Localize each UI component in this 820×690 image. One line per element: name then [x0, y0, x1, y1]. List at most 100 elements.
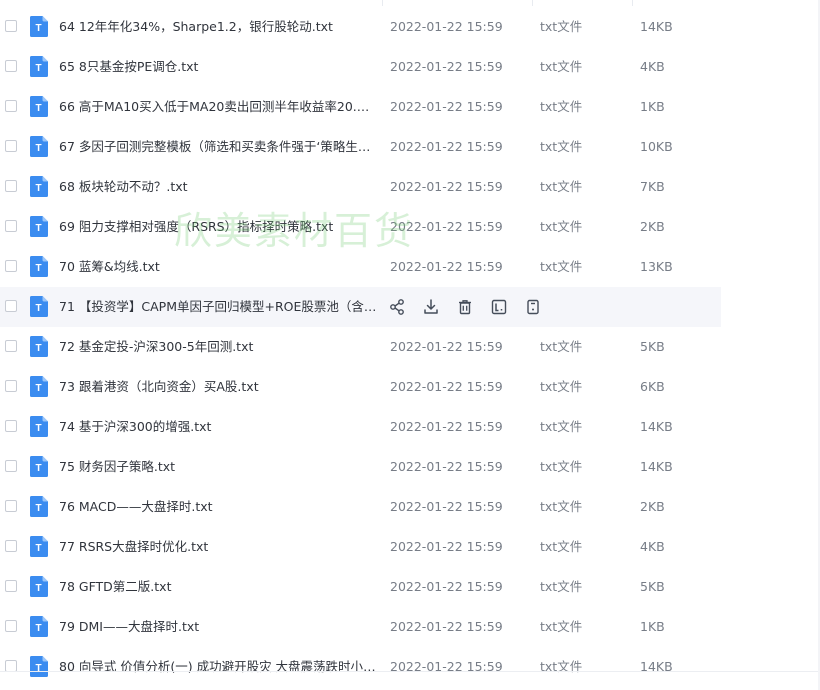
file-size: 1KB	[640, 619, 665, 634]
file-name[interactable]: 80 向导式 价值分析(一) 成功避开股灾 大盘震荡跌时小涨.txt	[59, 647, 377, 687]
row-checkbox[interactable]	[5, 540, 17, 552]
file-size: 14KB	[640, 19, 673, 34]
file-icon-letter: T	[36, 503, 42, 514]
file-modified-date: 2022-01-22 15:59	[390, 259, 503, 274]
file-row[interactable]: T 70 蓝筹&均线.txt 2022-01-22 15:59 txt文件 13KB	[0, 247, 820, 287]
row-checkbox[interactable]	[5, 60, 17, 72]
file-icon-letter: T	[36, 23, 42, 34]
file-modified-date: 2022-01-22 15:59	[390, 19, 503, 34]
file-row[interactable]: T 66 高于MA10买入低于MA20卖出回测半年收益率20.4%.txt 2022…	[0, 87, 820, 127]
file-name[interactable]: 64 12年年化34%，Sharpe1.2，银行股轮动.txt	[59, 7, 377, 47]
file-name[interactable]: 74 基于沪深300的增强.txt	[59, 407, 377, 447]
file-type: txt文件	[540, 59, 583, 74]
txt-file-icon: T	[30, 176, 48, 197]
row-checkbox[interactable]	[5, 100, 17, 112]
file-name[interactable]: 78 GFTD第二版.txt	[59, 567, 377, 607]
file-row[interactable]: T 73 跟着港资（北向资金）买A股.txt 2022-01-22 15:59 txt…	[0, 367, 820, 407]
file-modified-date: 2022-01-22 15:59	[390, 379, 503, 394]
file-type: txt文件	[540, 659, 583, 674]
file-row[interactable]: T 76 MACD——大盘择时.txt 2022-01-22 15:59 txt文件 2…	[0, 487, 820, 527]
file-icon-letter: T	[36, 223, 42, 234]
rename-icon[interactable]	[490, 298, 508, 316]
file-row[interactable]: T 72 基金定投-沪深300-5年回测.txt 2022-01-22 15:59 t…	[0, 327, 820, 367]
file-modified-date: 2022-01-22 15:59	[390, 419, 503, 434]
file-icon-letter: T	[36, 343, 42, 354]
txt-file-icon: T	[30, 256, 48, 277]
file-type: txt文件	[540, 99, 583, 114]
file-icon-letter: T	[36, 303, 42, 314]
file-row[interactable]: T 67 多因子回测完整模板（筛选和买卖条件强于‘策略生成器’）.txt 2022-…	[0, 127, 820, 167]
row-checkbox[interactable]	[5, 580, 17, 592]
file-type: txt文件	[540, 219, 583, 234]
file-size: 5KB	[640, 339, 665, 354]
row-checkbox[interactable]	[5, 220, 17, 232]
file-modified-date: 2022-01-22 15:59	[390, 619, 503, 634]
file-row[interactable]: T 64 12年年化34%，Sharpe1.2，银行股轮动.txt 2022-01-…	[0, 7, 820, 47]
file-list: T 64 12年年化34%，Sharpe1.2，银行股轮动.txt 2022-01-…	[0, 7, 820, 687]
file-row[interactable]: T 71 【投资学】CAPM单因子回归模型+ROE股票池（含止损）.txt	[0, 287, 721, 327]
file-name[interactable]: 79 DMI——大盘择时.txt	[59, 607, 377, 647]
row-checkbox[interactable]	[5, 340, 17, 352]
file-icon-letter: T	[36, 63, 42, 74]
file-name[interactable]: 70 蓝筹&均线.txt	[59, 247, 377, 287]
file-modified-date: 2022-01-22 15:59	[390, 99, 503, 114]
file-name[interactable]: 66 高于MA10买入低于MA20卖出回测半年收益率20.4%.txt	[59, 87, 377, 127]
txt-file-icon: T	[30, 656, 48, 677]
file-name[interactable]: 71 【投资学】CAPM单因子回归模型+ROE股票池（含止损）.txt	[59, 287, 377, 327]
file-modified-date: 2022-01-22 15:59	[390, 539, 503, 554]
file-name[interactable]: 67 多因子回测完整模板（筛选和买卖条件强于‘策略生成器’）.txt	[59, 127, 377, 167]
file-type: txt文件	[540, 459, 583, 474]
file-icon-letter: T	[36, 103, 42, 114]
row-checkbox[interactable]	[5, 140, 17, 152]
more-icon[interactable]	[524, 298, 542, 316]
file-name[interactable]: 73 跟着港资（北向资金）买A股.txt	[59, 367, 377, 407]
file-modified-date: 2022-01-22 15:59	[390, 499, 503, 514]
file-row[interactable]: T 69 阻力支撑相对强度（RSRS）指标择时策略.txt 2022-01-22 1…	[0, 207, 820, 247]
file-list-page: T 64 12年年化34%，Sharpe1.2，银行股轮动.txt 2022-01-…	[0, 0, 820, 690]
file-row[interactable]: T 78 GFTD第二版.txt 2022-01-22 15:59 txt文件 5KB	[0, 567, 820, 607]
file-row[interactable]: T 65 8只基金按PE调仓.txt 2022-01-22 15:59 txt文件 4K…	[0, 47, 820, 87]
txt-file-icon: T	[30, 16, 48, 37]
file-type: txt文件	[540, 619, 583, 634]
share-icon[interactable]	[388, 298, 406, 316]
file-name[interactable]: 68 板块轮动不动？.txt	[59, 167, 377, 207]
file-type: txt文件	[540, 259, 583, 274]
file-type: txt文件	[540, 539, 583, 554]
file-row[interactable]: T 74 基于沪深300的增强.txt 2022-01-22 15:59 txt文件 1…	[0, 407, 820, 447]
file-name[interactable]: 72 基金定投-沪深300-5年回测.txt	[59, 327, 377, 367]
file-size: 1KB	[640, 99, 665, 114]
row-checkbox[interactable]	[5, 460, 17, 472]
row-checkbox[interactable]	[5, 260, 17, 272]
file-row[interactable]: T 77 RSRS大盘择时优化.txt 2022-01-22 15:59 txt文件 4…	[0, 527, 820, 567]
row-checkbox[interactable]	[5, 20, 17, 32]
row-checkbox[interactable]	[5, 420, 17, 432]
file-icon-letter: T	[36, 543, 42, 554]
file-name[interactable]: 77 RSRS大盘择时优化.txt	[59, 527, 377, 567]
file-size: 10KB	[640, 139, 673, 154]
row-actions	[388, 298, 542, 316]
file-row[interactable]: T 79 DMI——大盘择时.txt 2022-01-22 15:59 txt文件 1K…	[0, 607, 820, 647]
file-name[interactable]: 65 8只基金按PE调仓.txt	[59, 47, 377, 87]
file-icon-letter: T	[36, 383, 42, 394]
txt-file-icon: T	[30, 96, 48, 117]
row-checkbox[interactable]	[5, 620, 17, 632]
row-checkbox[interactable]	[5, 380, 17, 392]
download-icon[interactable]	[422, 298, 440, 316]
row-checkbox[interactable]	[5, 500, 17, 512]
file-name[interactable]: 69 阻力支撑相对强度（RSRS）指标择时策略.txt	[59, 207, 377, 247]
file-modified-date: 2022-01-22 15:59	[390, 139, 503, 154]
file-name[interactable]: 75 财务因子策略.txt	[59, 447, 377, 487]
file-name[interactable]: 76 MACD——大盘择时.txt	[59, 487, 377, 527]
txt-file-icon: T	[30, 616, 48, 637]
file-row[interactable]: T 68 板块轮动不动？.txt 2022-01-22 15:59 txt文件 7KB	[0, 167, 820, 207]
file-icon-letter: T	[36, 263, 42, 274]
file-icon-letter: T	[36, 623, 42, 634]
file-row[interactable]: T 80 向导式 价值分析(一) 成功避开股灾 大盘震荡跌时小涨.txt 2022-…	[0, 647, 820, 687]
row-checkbox[interactable]	[5, 300, 17, 312]
txt-file-icon: T	[30, 296, 48, 317]
row-checkbox[interactable]	[5, 180, 17, 192]
file-type: txt文件	[540, 579, 583, 594]
file-icon-letter: T	[36, 663, 42, 674]
delete-icon[interactable]	[456, 298, 474, 316]
file-row[interactable]: T 75 财务因子策略.txt 2022-01-22 15:59 txt文件 14KB	[0, 447, 820, 487]
